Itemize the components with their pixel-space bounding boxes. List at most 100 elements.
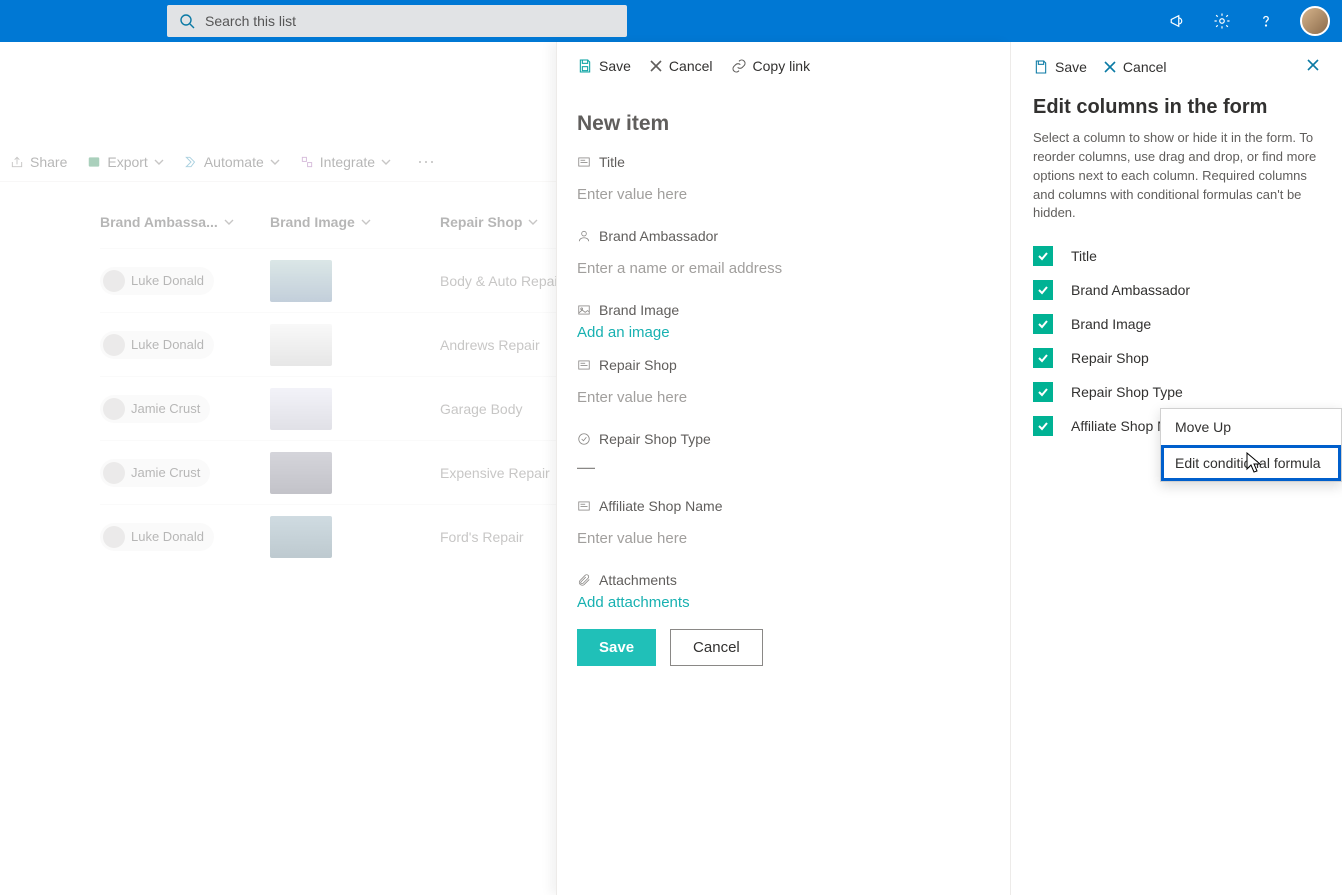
flow-icon — [184, 155, 198, 169]
column-checkbox-brand-image[interactable]: Brand Image — [1033, 307, 1320, 341]
share-button[interactable]: Share — [8, 148, 69, 176]
export-button[interactable]: Export — [85, 148, 165, 176]
edit-columns-panel: Save Cancel Edit columns in the form Sel… — [1010, 42, 1342, 895]
avatar-icon — [103, 270, 125, 292]
column-header-brand-image[interactable]: Brand Image — [270, 214, 420, 230]
avatar-icon — [103, 398, 125, 420]
excel-icon — [87, 155, 101, 169]
choice-icon — [577, 432, 591, 446]
title-input[interactable] — [577, 176, 990, 212]
person-pill: Luke Donald — [100, 523, 214, 551]
image-thumbnail — [270, 516, 332, 558]
avatar-icon — [103, 462, 125, 484]
colh-label: Brand Ambassa... — [100, 214, 218, 230]
field-title: Title — [577, 154, 990, 212]
form-actions: Save Cancel — [577, 629, 990, 666]
checkbox-label: Brand Image — [1071, 316, 1151, 332]
panel-cancel-button[interactable]: Cancel — [649, 58, 713, 74]
column-checkbox-repair-shop-type[interactable]: Repair Shop Type — [1033, 375, 1320, 409]
new-item-panel: Save Cancel Copy link New item Title Bra… — [556, 42, 1010, 895]
image-thumbnail — [270, 324, 332, 366]
checkbox-label: Repair Shop Type — [1071, 384, 1183, 400]
column-checkbox-title[interactable]: Title — [1033, 239, 1320, 273]
automate-button[interactable]: Automate — [182, 148, 282, 176]
form-save-button[interactable]: Save — [577, 629, 656, 666]
affiliate-shop-input[interactable] — [577, 520, 990, 556]
field-label: Affiliate Shop Name — [599, 498, 722, 514]
field-label: Repair Shop — [599, 357, 677, 373]
checkbox-checked-icon — [1033, 348, 1053, 368]
attachment-icon — [577, 573, 591, 587]
panel-command-bar: Save Cancel Copy link — [577, 42, 990, 90]
copy-link-button[interactable]: Copy link — [731, 58, 811, 74]
share-label: Share — [30, 154, 67, 170]
image-icon — [577, 303, 591, 317]
avatar[interactable] — [1300, 6, 1330, 36]
search-icon — [179, 13, 195, 29]
person-icon — [577, 229, 591, 243]
add-image-link[interactable]: Add an image — [577, 324, 670, 341]
brand-ambassador-input[interactable] — [577, 250, 990, 286]
integrate-label: Integrate — [320, 154, 375, 170]
checkbox-label: Title — [1071, 248, 1097, 264]
save-icon — [577, 58, 593, 74]
field-label: Repair Shop Type — [599, 431, 711, 447]
text-icon — [577, 499, 591, 513]
ctx-move-up[interactable]: Move Up — [1161, 409, 1341, 445]
chevron-down-icon — [528, 219, 538, 225]
right-panel-commands: Save Cancel — [1033, 42, 1320, 92]
text-icon — [577, 358, 591, 372]
field-label: Attachments — [599, 572, 677, 588]
chevron-down-icon — [224, 219, 234, 225]
close-panel-button[interactable] — [1306, 58, 1320, 77]
chevron-down-icon — [361, 219, 371, 225]
person-pill: Jamie Crust — [100, 459, 210, 487]
panel-save-button[interactable]: Save — [577, 58, 631, 74]
column-checkbox-repair-shop[interactable]: Repair Shop — [1033, 341, 1320, 375]
text-icon — [577, 155, 591, 169]
checkbox-checked-icon — [1033, 416, 1053, 436]
rp-save-button[interactable]: Save — [1033, 59, 1087, 75]
copy-link-label: Copy link — [753, 58, 811, 74]
person-name: Luke Donald — [131, 529, 204, 544]
export-label: Export — [107, 154, 147, 170]
integrate-button[interactable]: Integrate — [298, 148, 393, 176]
automate-label: Automate — [204, 154, 264, 170]
column-checkbox-brand-ambassador[interactable]: Brand Ambassador — [1033, 273, 1320, 307]
suite-bar: Search this list — [0, 0, 1342, 42]
person-pill: Luke Donald — [100, 267, 214, 295]
person-pill: Luke Donald — [100, 331, 214, 359]
close-icon — [1306, 58, 1320, 72]
checkbox-checked-icon — [1033, 246, 1053, 266]
colh-label: Repair Shop — [440, 214, 522, 230]
gear-icon[interactable] — [1212, 11, 1232, 31]
close-icon — [1103, 60, 1117, 74]
close-icon — [649, 59, 663, 73]
rp-cancel-label: Cancel — [1123, 59, 1167, 75]
field-label: Title — [599, 154, 625, 170]
help-icon[interactable] — [1256, 11, 1276, 31]
overflow-button[interactable]: ··· — [409, 151, 443, 172]
add-attachments-link[interactable]: Add attachments — [577, 594, 690, 611]
search-placeholder: Search this list — [205, 13, 296, 29]
avatar-icon — [103, 526, 125, 548]
field-affiliate-shop-name: Affiliate Shop Name — [577, 498, 990, 556]
megaphone-icon[interactable] — [1168, 11, 1188, 31]
repair-shop-type-value[interactable]: — — [577, 453, 990, 482]
checkbox-checked-icon — [1033, 382, 1053, 402]
save-icon — [1033, 59, 1049, 75]
field-brand-image: Brand Image Add an image — [577, 302, 990, 341]
avatar-icon — [103, 334, 125, 356]
rp-cancel-button[interactable]: Cancel — [1103, 59, 1167, 75]
person-pill: Jamie Crust — [100, 395, 210, 423]
form-cancel-button[interactable]: Cancel — [670, 629, 763, 666]
search-input[interactable]: Search this list — [167, 5, 627, 37]
column-header-brand-ambassador[interactable]: Brand Ambassa... — [100, 214, 250, 230]
ctx-edit-conditional-formula[interactable]: Edit conditional formula — [1161, 445, 1341, 481]
panel-title: New item — [577, 112, 990, 136]
panel-save-label: Save — [599, 58, 631, 74]
person-name: Jamie Crust — [131, 401, 200, 416]
right-panel-title: Edit columns in the form — [1033, 96, 1320, 119]
repair-shop-input[interactable] — [577, 379, 990, 415]
person-name: Luke Donald — [131, 337, 204, 352]
